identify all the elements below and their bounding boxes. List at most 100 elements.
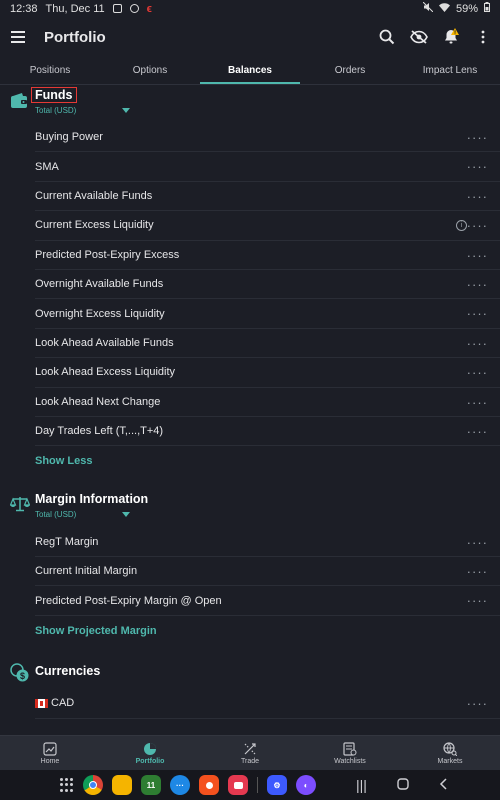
tab-orders[interactable]: Orders — [300, 57, 400, 84]
app-drawer-icon[interactable] — [60, 778, 74, 792]
mute-icon — [422, 1, 434, 15]
page-title: Portfolio — [44, 28, 106, 46]
browser-planet-icon[interactable]: ◐ — [296, 775, 316, 795]
list-item[interactable]: Buying Power ···· — [35, 123, 500, 153]
list-item[interactable]: SMA ···· — [35, 152, 500, 182]
tab-options[interactable]: Options — [100, 57, 200, 84]
more-options-icon[interactable]: ···· — [467, 190, 488, 203]
list-item[interactable]: Overnight Excess Liquidity ···· — [35, 299, 500, 329]
list-item[interactable]: Current Available Funds ···· — [35, 182, 500, 212]
messages-icon[interactable]: ··· — [170, 775, 190, 795]
tab-impact-lens[interactable]: Impact Lens — [400, 57, 500, 84]
balances-content: Funds Total (USD) Buying Power ···· SMA ··… — [0, 85, 500, 735]
more-options-icon[interactable]: ···· — [467, 396, 488, 409]
recents-icon[interactable]: ||| — [356, 777, 367, 793]
svg-text:$: $ — [20, 671, 25, 681]
funds-row-label: Look Ahead Available Funds — [35, 336, 174, 349]
list-item[interactable]: Predicted Post-Expiry Excess ···· — [35, 241, 500, 270]
more-options-icon[interactable]: ···· — [467, 337, 488, 350]
hamburger-menu-icon[interactable] — [10, 25, 34, 49]
scale-balance-icon — [9, 496, 31, 514]
show-less-link[interactable]: Show Less — [35, 455, 92, 467]
list-item[interactable]: Predicted Post-Expiry Margin @ Open ···· — [35, 586, 500, 616]
globe-icon — [443, 741, 457, 756]
wallet-icon — [10, 93, 28, 111]
more-options-icon[interactable]: ···· — [467, 307, 488, 320]
hide-values-icon[interactable] — [410, 28, 428, 46]
contacts-icon[interactable] — [199, 775, 219, 795]
battery-icon — [484, 2, 490, 15]
list-item[interactable]: RegT Margin ···· — [35, 528, 500, 558]
list-item[interactable]: Look Ahead Next Change ···· — [35, 388, 500, 417]
list-item[interactable]: CAD ···· — [35, 689, 500, 719]
info-icon[interactable]: i — [456, 220, 467, 232]
funds-row-label: Overnight Available Funds — [35, 278, 164, 291]
more-options-icon[interactable]: ···· — [467, 131, 488, 144]
more-vertical-icon[interactable] — [474, 28, 492, 46]
status-bar: 12:38 Thu, Dec 11 ϵ 59% — [0, 0, 500, 17]
nav-portfolio[interactable]: Portfolio — [100, 736, 200, 770]
back-icon[interactable] — [439, 777, 447, 793]
funds-row-label: Buying Power — [35, 131, 103, 144]
more-options-icon[interactable]: ···· — [467, 278, 488, 291]
app-bar: Portfolio — [0, 17, 500, 57]
search-icon[interactable] — [378, 28, 396, 46]
show-projected-margin-link[interactable]: Show Projected Margin — [35, 625, 157, 637]
more-options-icon[interactable]: ···· — [467, 594, 488, 607]
more-options-icon[interactable]: ···· — [467, 249, 488, 262]
funds-currency-selector[interactable]: Total (USD) — [35, 106, 76, 115]
nav-markets-label: Markets — [437, 757, 463, 765]
chrome-icon[interactable] — [83, 775, 103, 795]
margin-row-label: Current Initial Margin — [35, 565, 138, 578]
home-button-icon[interactable] — [397, 777, 409, 793]
tab-positions[interactable]: Positions — [0, 57, 100, 84]
list-item[interactable]: Current Initial Margin ···· — [35, 557, 500, 587]
settings-gear-icon[interactable]: ⚙ — [267, 775, 287, 795]
more-options-icon[interactable]: ···· — [467, 160, 488, 173]
funds-row-label: Predicted Post-Expiry Excess — [35, 248, 180, 261]
margin-row-label: Predicted Post-Expiry Margin @ Open — [35, 594, 222, 607]
files-folder-icon[interactable] — [112, 775, 132, 795]
screen-recorder-icon[interactable] — [228, 775, 248, 795]
more-options-icon[interactable]: ···· — [467, 697, 488, 710]
nav-watchlists[interactable]: Watchlists — [300, 736, 400, 770]
funds-section-header[interactable]: Funds Total (USD) — [0, 85, 500, 123]
list-item[interactable]: Look Ahead Available Funds ···· — [35, 329, 500, 359]
nav-home[interactable]: Home — [0, 736, 100, 770]
funds-row-label: Current Available Funds — [35, 189, 153, 202]
more-options-icon[interactable]: ···· — [467, 425, 488, 438]
more-options-icon[interactable]: ···· — [467, 565, 488, 578]
status-date: Thu, Dec 11 — [45, 2, 105, 15]
currency-label: CAD — [51, 697, 75, 710]
nav-watchlists-label: Watchlists — [334, 757, 366, 765]
nav-trade[interactable]: Trade — [200, 736, 300, 770]
margin-currency-selector[interactable]: Total (USD) — [35, 510, 76, 519]
calendar-icon[interactable]: 11 — [141, 775, 161, 795]
nav-markets[interactable]: Markets — [400, 736, 500, 770]
chart-icon — [43, 741, 57, 756]
more-options-icon[interactable]: ···· — [467, 219, 488, 232]
show-less-row: Show Less — [35, 446, 500, 475]
list-item[interactable]: Current Excess Liquidity i ···· — [35, 211, 500, 241]
list-item[interactable]: Day Trades Left (T,...,T+4) ···· — [35, 417, 500, 447]
trade-icon — [244, 742, 256, 754]
portfolio-tabs: Positions Options Balances Orders Impact… — [0, 57, 500, 85]
currencies-title: Currencies — [35, 664, 101, 679]
list-item[interactable]: Look Ahead Excess Liquidity ···· — [35, 358, 500, 388]
battery-level: 59% — [455, 2, 478, 15]
funds-row-label: Overnight Excess Liquidity — [35, 307, 165, 320]
more-options-icon[interactable]: ···· — [467, 366, 488, 379]
funds-row-label: SMA — [35, 160, 59, 173]
margin-section-header[interactable]: Margin Information Total (USD) — [0, 488, 500, 528]
funds-row-label: Look Ahead Next Change — [35, 395, 161, 408]
gallery-notification-icon — [112, 4, 122, 13]
currency-exchange-icon: $ — [10, 663, 29, 682]
sync-notification-icon — [129, 4, 139, 13]
notifications-bell-icon[interactable] — [442, 28, 460, 46]
canada-flag-icon — [35, 698, 48, 708]
list-item[interactable]: Overnight Available Funds ···· — [35, 270, 500, 300]
chevron-down-icon[interactable] — [122, 108, 130, 113]
tab-balances[interactable]: Balances — [200, 57, 300, 84]
more-options-icon[interactable]: ···· — [467, 536, 488, 549]
chevron-down-icon[interactable] — [122, 511, 130, 517]
